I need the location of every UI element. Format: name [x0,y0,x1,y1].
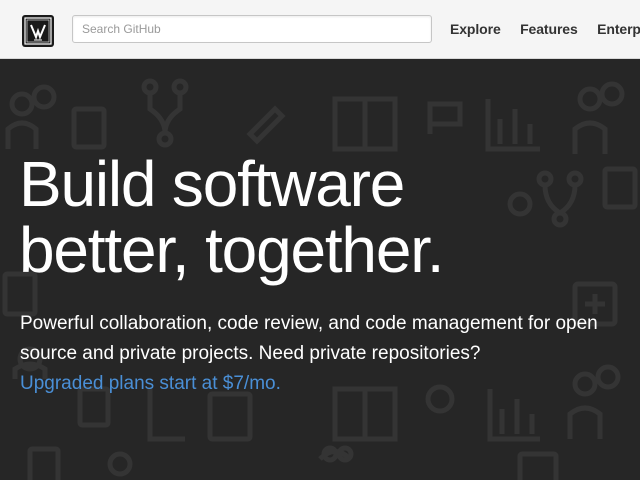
upgraded-plans-link[interactable]: Upgraded plans start at $7/mo. [20,373,281,394]
site-header: Explore Features Enterprise [0,0,640,59]
github-logo-icon[interactable] [22,15,54,47]
hero-subtext: Powerful collaboration, code review, and… [20,309,640,399]
headline-line-2: better, together. [19,214,445,286]
nav-explore[interactable]: Explore [450,21,501,37]
nav-features[interactable]: Features [520,21,578,37]
hero-section: Build software better, together. Powerfu… [0,59,640,480]
hero-description: Powerful collaboration, code review, and… [20,313,598,364]
headline-line-1: Build software [19,148,405,220]
search-input[interactable] [72,15,432,43]
main-nav: Explore Features Enterprise [450,21,640,39]
nav-enterprise[interactable]: Enterprise [597,21,640,37]
hero-headline: Build software better, together. [19,151,639,283]
